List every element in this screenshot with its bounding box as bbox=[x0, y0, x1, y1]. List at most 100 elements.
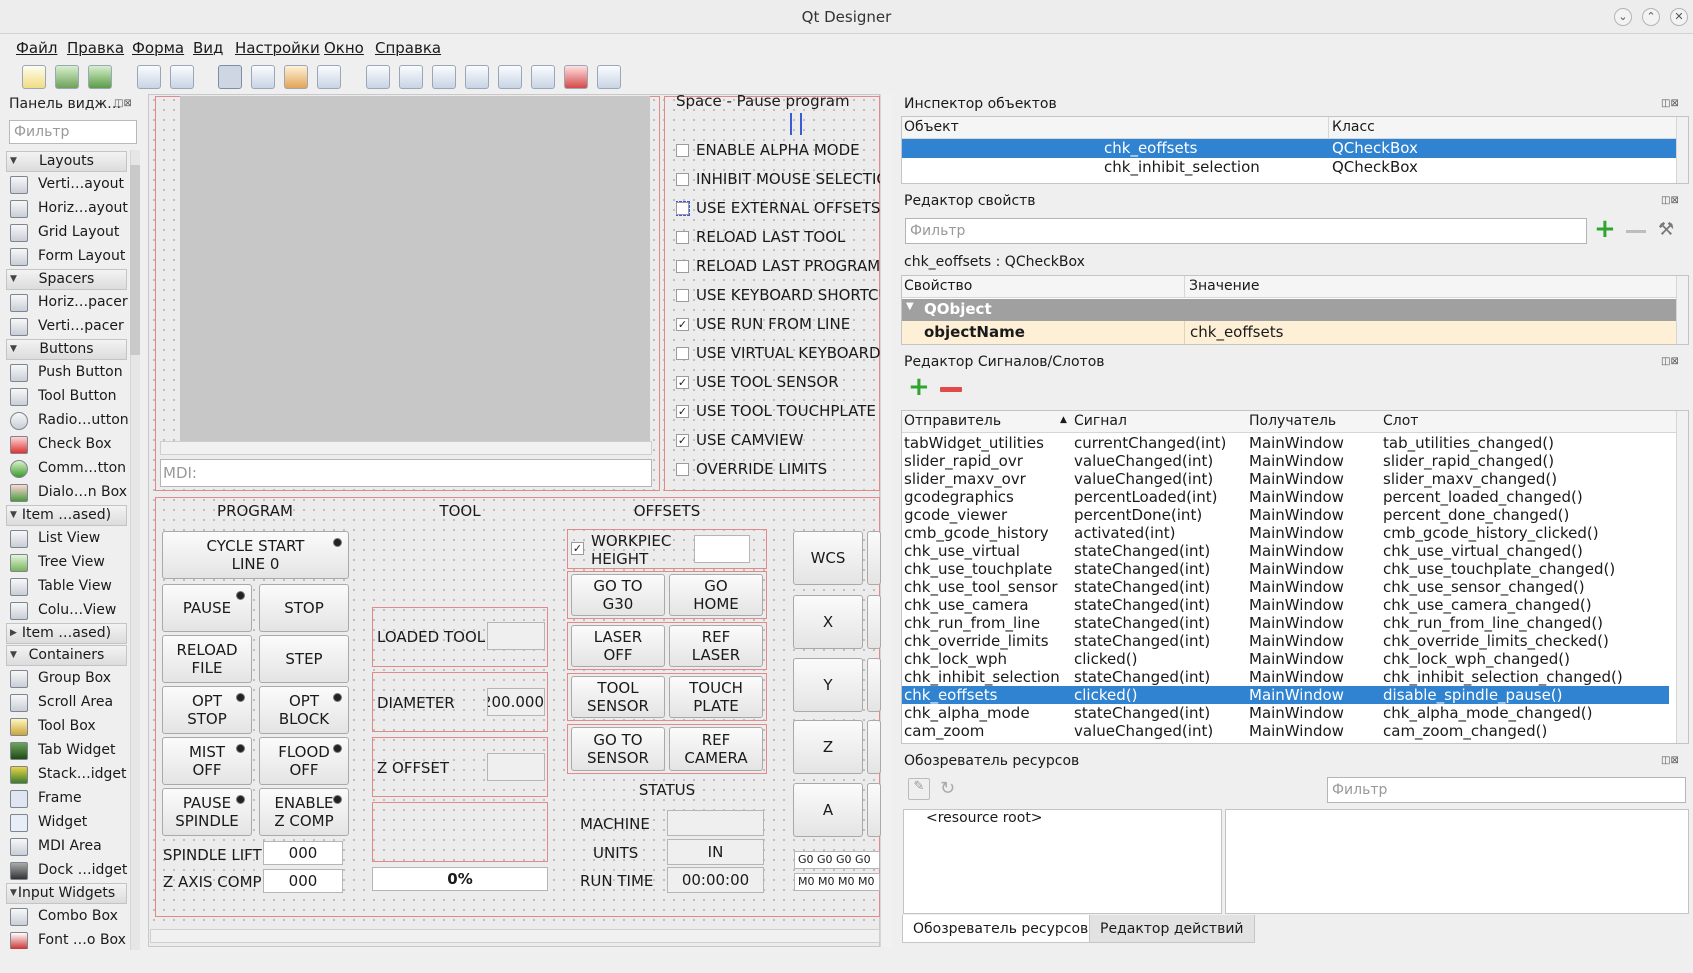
go-to-sensor-button[interactable]: GO TO SENSOR bbox=[571, 727, 665, 771]
widget-horizontal-layout[interactable]: Horiz…ayout bbox=[10, 197, 128, 221]
widget-vertical-spacer[interactable]: Verti…pacer bbox=[10, 315, 128, 339]
property-value[interactable]: chk_eoffsets bbox=[1190, 323, 1283, 341]
edit-signals-icon[interactable] bbox=[251, 65, 275, 89]
grid-layout-icon[interactable] bbox=[498, 65, 522, 89]
connection-row[interactable]: cam_zoom valueChanged(int) MainWindow cam_z… bbox=[902, 722, 1669, 740]
laser-off-button[interactable]: LASER OFF bbox=[571, 625, 665, 667]
category-spacers[interactable]: ▼ Spacers bbox=[6, 269, 127, 290]
form-layout-icon[interactable] bbox=[531, 65, 555, 89]
edit-tab-order-icon[interactable] bbox=[317, 65, 341, 89]
minimize-icon[interactable]: ⌄ bbox=[1614, 8, 1632, 26]
menu-form[interactable]: Форма bbox=[132, 39, 184, 57]
dock-float-icon[interactable]: ◫⊠ bbox=[1661, 755, 1679, 766]
widget-tree-view[interactable]: Tree View bbox=[10, 551, 128, 575]
add-property-icon[interactable]: + bbox=[1594, 216, 1616, 242]
send-to-back-icon[interactable] bbox=[137, 65, 161, 89]
menu-file[interactable]: Файл bbox=[16, 39, 57, 57]
widget-frame[interactable]: Frame bbox=[10, 787, 128, 811]
widget-tab-widget[interactable]: Tab Widget bbox=[10, 739, 128, 763]
tab-action-editor[interactable]: Редактор действий bbox=[1089, 915, 1255, 943]
category-input-widgets[interactable]: ▼ Input Widgets bbox=[6, 883, 127, 904]
resource-tree[interactable]: <resource root> bbox=[903, 809, 1222, 914]
widget-box-scroll-thumb[interactable] bbox=[130, 165, 140, 355]
setting-checkbox[interactable]: RELOAD LAST TOOL bbox=[676, 226, 886, 250]
connection-row[interactable]: chk_use_camera stateChanged(int) MainWindo… bbox=[902, 596, 1669, 614]
dock-float-icon[interactable]: ◫⊠ bbox=[1661, 195, 1679, 206]
collapse-arrow-icon[interactable]: ▼ bbox=[906, 301, 914, 312]
maximize-icon[interactable]: ⌃ bbox=[1642, 8, 1660, 26]
mist-button[interactable]: MIST OFF bbox=[162, 737, 252, 785]
widget-dialog-button-box[interactable]: Dialo…n Box bbox=[10, 481, 128, 505]
setting-checkbox[interactable]: USE EXTERNAL OFFSETS bbox=[676, 197, 886, 221]
connection-row[interactable]: chk_inhibit_selection stateChanged(int) Ma… bbox=[902, 668, 1669, 686]
qobject-group-row[interactable]: ▼ QObject bbox=[902, 299, 1676, 321]
remove-property-icon[interactable] bbox=[1626, 230, 1646, 233]
open-file-icon[interactable] bbox=[55, 65, 79, 89]
add-connection-icon[interactable]: + bbox=[908, 374, 930, 400]
wcs-button[interactable]: WCS bbox=[793, 531, 863, 585]
enable-zcomp-button[interactable]: ENABLE Z COMP bbox=[259, 788, 349, 836]
form-vscrollbar[interactable] bbox=[880, 94, 892, 947]
widget-horizontal-spacer[interactable]: Horiz…pacer bbox=[10, 291, 128, 315]
stop-button[interactable]: STOP bbox=[259, 584, 349, 632]
widget-form-layout[interactable]: Form Layout bbox=[10, 245, 128, 269]
setting-checkbox[interactable]: ✓ USE CAMVIEW bbox=[676, 429, 886, 453]
category-item-views[interactable]: ▼ Item …ased) bbox=[6, 505, 127, 526]
setting-checkbox[interactable]: USE KEYBOARD SHORTCU bbox=[676, 284, 886, 308]
mdi-input[interactable]: MDI: bbox=[160, 459, 652, 487]
ref-laser-button[interactable]: REF LASER bbox=[669, 625, 763, 667]
dock-float-icon[interactable]: ◫⊠ bbox=[1661, 98, 1679, 109]
property-filter-input[interactable]: Фильтр bbox=[905, 218, 1587, 244]
workpiece-height-check[interactable]: ✓ WORKPIECE HEIGHT bbox=[571, 532, 671, 568]
tab-resource-browser[interactable]: Обозреватель ресурсов bbox=[902, 915, 1100, 943]
setting-checkbox[interactable]: OVERRIDE LIMITS bbox=[676, 458, 886, 482]
widget-font-combo-box[interactable]: Font …o Box bbox=[10, 929, 128, 949]
x-axis-button[interactable]: X bbox=[793, 595, 863, 649]
widget-filter-input[interactable]: Фильтр bbox=[9, 120, 137, 144]
edit-widgets-icon[interactable] bbox=[218, 65, 242, 89]
go-g30-button[interactable]: GO TO G30 bbox=[571, 574, 665, 616]
widget-check-box[interactable]: Check Box bbox=[10, 433, 128, 457]
connection-row[interactable]: chk_use_touchplate stateChanged(int) MainW… bbox=[902, 560, 1669, 578]
touch-plate-button[interactable]: TOUCH PLATE bbox=[669, 676, 763, 718]
resource-root-item[interactable]: <resource root> bbox=[926, 810, 1043, 826]
connection-row[interactable]: chk_use_tool_sensor stateChanged(int) Main… bbox=[902, 578, 1669, 596]
opt-stop-button[interactable]: OPT STOP bbox=[162, 686, 252, 734]
spindle-lift-input[interactable]: 000 bbox=[263, 841, 343, 865]
resource-filter-input[interactable]: Фильтр bbox=[1327, 777, 1686, 803]
configure-icon[interactable]: ⚒ bbox=[1658, 219, 1680, 241]
step-button[interactable]: STEP bbox=[259, 635, 349, 683]
widget-group-box[interactable]: Group Box bbox=[10, 667, 128, 691]
connection-row[interactable]: tabWidget_utilities currentChanged(int) Ma… bbox=[902, 434, 1669, 452]
category-item-widgets[interactable]: ▶ Item …ased) bbox=[6, 623, 127, 644]
category-layouts[interactable]: ▼ Layouts bbox=[6, 151, 127, 172]
flood-button[interactable]: FLOOD OFF bbox=[259, 737, 349, 785]
widget-column-view[interactable]: Colu…View bbox=[10, 599, 128, 623]
inspector-scrollbar[interactable] bbox=[1676, 117, 1688, 183]
sort-arrow-icon[interactable]: ▲ bbox=[1060, 415, 1067, 425]
connection-row[interactable]: chk_override_limits stateChanged(int) Main… bbox=[902, 632, 1669, 650]
connection-row[interactable]: gcodegraphics percentLoaded(int) MainWindo… bbox=[902, 488, 1669, 506]
connections-scrollbar[interactable] bbox=[1676, 411, 1688, 743]
setting-checkbox[interactable]: ✓ USE TOOL SENSOR bbox=[676, 371, 886, 395]
widget-widget[interactable]: Widget bbox=[10, 811, 128, 835]
break-layout-icon[interactable] bbox=[564, 65, 588, 89]
setting-checkbox[interactable]: ENABLE ALPHA MODE bbox=[676, 139, 886, 163]
horizontal-splitter-icon[interactable] bbox=[432, 65, 456, 89]
go-home-button[interactable]: GO HOME bbox=[669, 574, 763, 616]
category-buttons[interactable]: ▼ Buttons bbox=[6, 339, 127, 360]
preview-hscrollbar[interactable] bbox=[160, 441, 652, 455]
reload-icon[interactable]: ↻ bbox=[940, 778, 962, 800]
a-axis-button[interactable]: A bbox=[793, 783, 863, 837]
connection-row[interactable]: gcode_viewer percentDone(int) MainWindow pe… bbox=[902, 506, 1669, 524]
workpiece-height-input[interactable] bbox=[694, 535, 750, 563]
property-scrollbar[interactable] bbox=[1676, 276, 1688, 344]
category-containers[interactable]: ▼ Containers bbox=[6, 645, 127, 666]
widget-push-button[interactable]: Push Button bbox=[10, 361, 128, 385]
edit-resources-icon[interactable]: ✎ bbox=[908, 778, 930, 800]
z-axis-button[interactable]: Z bbox=[793, 720, 863, 774]
opt-block-button[interactable]: OPT BLOCK bbox=[259, 686, 349, 734]
connection-row[interactable]: cmb_gcode_history activated(int) MainWindo… bbox=[902, 524, 1669, 542]
save-file-icon[interactable] bbox=[88, 65, 112, 89]
pause-spindle-button[interactable]: PAUSE SPINDLE bbox=[162, 788, 252, 836]
